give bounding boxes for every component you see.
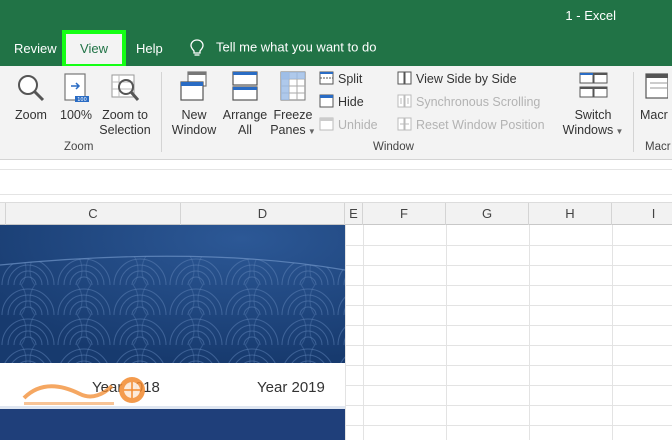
split-label: Split (338, 72, 363, 86)
new-window-label-2: Window (171, 123, 217, 137)
macros-button[interactable]: Macr (640, 70, 672, 123)
lightbulb-icon (190, 39, 204, 56)
magnifier-icon (18, 75, 45, 102)
zoom-to-selection-label-1: Zoom to (102, 108, 148, 122)
grid-line (345, 405, 672, 406)
year-2019-cell[interactable]: Year 2019 (257, 379, 325, 396)
grid-line (345, 325, 672, 326)
synchronous-scrolling-label: Synchronous Scrolling (416, 95, 541, 109)
view-side-by-side-button[interactable]: View Side by Side (397, 70, 517, 88)
arrange-all-icon (232, 71, 258, 101)
column-header[interactable]: G (446, 203, 529, 225)
tab-review[interactable]: Review (14, 41, 57, 56)
arrange-all-label-2: All (238, 123, 252, 137)
chevron-down-icon: ▼ (613, 127, 624, 136)
new-window-button[interactable]: New Window (168, 70, 220, 138)
grid-line (446, 225, 447, 440)
column-header[interactable]: F (363, 203, 446, 225)
zoom-100-label: 100% (60, 108, 92, 122)
synchronous-scrolling-button[interactable]: Synchronous Scrolling (397, 93, 540, 111)
freeze-panes-label-2: Panes ▼ (270, 123, 316, 137)
grid-line (345, 385, 672, 386)
column-header[interactable]: I (612, 203, 672, 225)
column-header[interactable]: D (181, 203, 345, 225)
switch-windows-button[interactable]: Switch Windows ▼ (561, 70, 625, 139)
new-window-icon (180, 71, 207, 101)
macros-icon (645, 73, 669, 99)
freeze-panes-label-1: Freeze (273, 108, 313, 122)
side-by-side-icon (397, 71, 412, 85)
watermark-logo-icon (22, 377, 145, 405)
column-header[interactable]: H (529, 203, 612, 225)
column-headers: C D E F G H I (0, 203, 672, 225)
svg-text:100: 100 (77, 97, 87, 103)
reset-position-icon (397, 117, 412, 131)
group-separator (633, 72, 634, 152)
tell-me-text: Tell me what you want to do (216, 39, 377, 55)
zoom-button[interactable]: Zoom (10, 72, 52, 123)
arrange-all-button[interactable]: Arrange All (219, 70, 271, 138)
zoom-group-label: Zoom (64, 141, 94, 153)
group-separator (161, 72, 162, 152)
macros-label: Macr (640, 108, 668, 122)
formula-input[interactable] (0, 169, 672, 195)
reset-window-position-label: Reset Window Position (416, 118, 545, 132)
freeze-panes-button[interactable]: Freeze Panes ▼ (268, 70, 318, 139)
zoom-100-icon: 100 (64, 73, 89, 103)
grid-line (345, 345, 672, 346)
grid-line (345, 365, 672, 366)
switch-windows-icon (579, 72, 608, 98)
reset-window-position-button[interactable]: Reset Window Position (397, 116, 545, 134)
hide-label: Hide (338, 95, 364, 109)
freeze-panes-icon (280, 71, 306, 101)
banner-footer-strip (0, 409, 345, 440)
macros-group-label: Macr (645, 141, 671, 153)
zoom-to-selection-icon (111, 74, 140, 101)
zoom-label: Zoom (15, 108, 47, 122)
switch-windows-label-1: Switch (574, 108, 612, 122)
window-group-label: Window (373, 141, 414, 153)
split-icon (319, 71, 334, 85)
column-header[interactable]: E (345, 203, 363, 225)
grid-line (345, 245, 672, 246)
banner-image (0, 225, 345, 363)
unhide-button[interactable]: Unhide (319, 116, 378, 134)
arrange-all-label-1: Arrange (222, 108, 268, 122)
grid-line (345, 305, 672, 306)
column-header[interactable]: C (6, 203, 181, 225)
grid-line (363, 225, 364, 440)
chevron-down-icon: ▼ (305, 127, 316, 136)
switch-windows-label-2: Windows ▼ (562, 123, 624, 137)
unhide-label: Unhide (338, 118, 378, 132)
sync-scroll-icon (397, 94, 412, 108)
zoom-to-selection-label-2: Selection (99, 123, 151, 137)
new-window-label-1: New (181, 108, 207, 122)
tab-help[interactable]: Help (136, 41, 163, 56)
hide-icon (319, 94, 334, 108)
tell-me-search[interactable]: Tell me what you want to do (190, 39, 376, 57)
excel-window: 1 - Excel Review Help Tell me what you w… (0, 0, 672, 440)
split-button[interactable]: Split (319, 70, 362, 88)
ribbon: Zoom 100 100% Zoom to Selection Zoom New… (0, 66, 672, 160)
grid-line (345, 425, 672, 426)
grid-line (529, 225, 530, 440)
zoom-to-selection-button[interactable]: Zoom to Selection (96, 72, 154, 138)
formula-bar (0, 161, 672, 203)
zoom-100-button[interactable]: 100 100% (58, 72, 94, 123)
view-side-by-side-label: View Side by Side (416, 72, 517, 86)
window-title: 1 - Excel (565, 8, 616, 23)
grid-line (612, 225, 613, 440)
tab-view[interactable]: View (62, 30, 126, 68)
grid-line (345, 285, 672, 286)
grid-line (345, 225, 346, 440)
unhide-icon (319, 117, 334, 131)
hide-button[interactable]: Hide (319, 93, 364, 111)
grid-line (345, 265, 672, 266)
